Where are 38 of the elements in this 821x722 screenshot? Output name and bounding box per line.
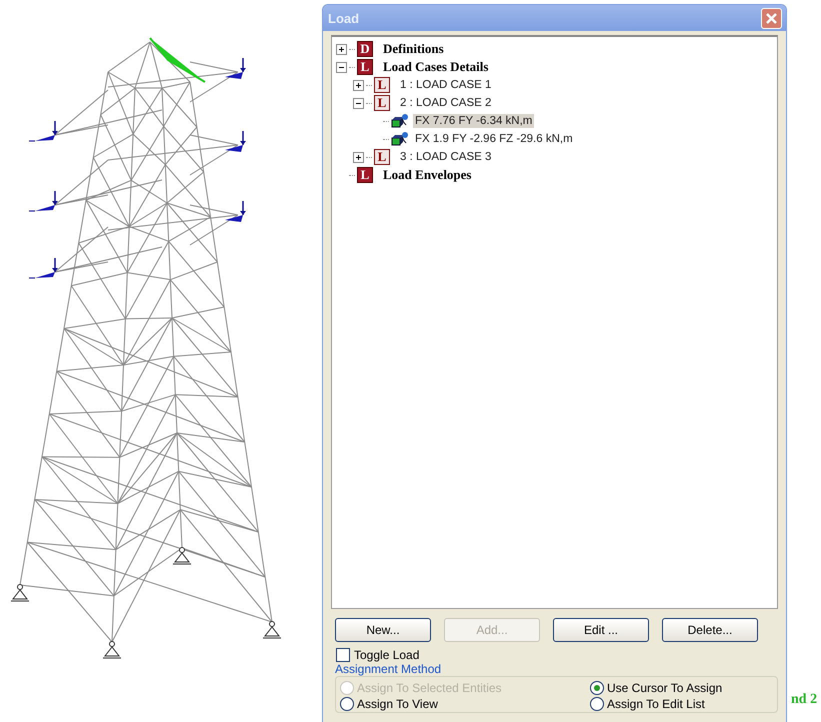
load-badge-icon: D xyxy=(357,41,373,57)
checkbox-label: Toggle Load xyxy=(354,648,420,662)
expand-icon[interactable] xyxy=(353,80,364,90)
radio-label: Assign To Selected Entities xyxy=(357,681,502,695)
window-title: Load xyxy=(328,10,360,26)
collapse-icon[interactable] xyxy=(336,62,347,72)
node-load-icon xyxy=(391,113,409,129)
label-text: nd 2 xyxy=(791,692,818,708)
checkbox[interactable] xyxy=(336,648,350,662)
tree-item[interactable]: FX 7.76 FY -6.34 kN,m xyxy=(413,114,534,128)
load-badge-icon: L xyxy=(357,167,373,183)
expand-icon[interactable] xyxy=(353,152,364,162)
radio-button[interactable] xyxy=(340,697,354,711)
close-icon xyxy=(765,12,778,24)
radio-label: Assign To View xyxy=(357,697,438,711)
load-badge-icon: L xyxy=(374,77,390,93)
radio-label: Assign To Edit List xyxy=(607,697,705,711)
tree-item[interactable]: Definitions xyxy=(381,40,446,58)
load-badge-icon: L xyxy=(357,59,373,75)
tree-item[interactable]: Load Envelopes xyxy=(381,166,474,184)
tree-item[interactable]: FX 1.9 FY -2.96 FZ -29.6 kN,m xyxy=(413,132,575,146)
expand-icon[interactable] xyxy=(336,44,347,54)
radio-label: Use Cursor To Assign xyxy=(607,681,722,695)
load-badge-icon: L xyxy=(374,149,390,165)
tree-item[interactable]: 3 : LOAD CASE 3 xyxy=(398,150,494,164)
collapse-icon[interactable] xyxy=(353,98,364,108)
tree-item[interactable]: Load Cases Details xyxy=(381,58,490,76)
load-badge-icon: L xyxy=(374,95,390,111)
node-load-icon xyxy=(391,131,409,147)
tree-item[interactable]: 1 : LOAD CASE 1 xyxy=(398,78,494,92)
radio-button[interactable] xyxy=(590,697,604,711)
tree-item[interactable]: 2 : LOAD CASE 2 xyxy=(398,96,494,110)
close-button[interactable] xyxy=(761,8,782,28)
dialog-button[interactable]: Delete... xyxy=(662,618,758,642)
dialog-button[interactable]: Edit ... xyxy=(553,618,649,642)
dialog-button[interactable]: New... xyxy=(335,618,431,642)
group-legend: Assignment Method xyxy=(335,662,778,676)
radio-button[interactable] xyxy=(590,681,604,695)
